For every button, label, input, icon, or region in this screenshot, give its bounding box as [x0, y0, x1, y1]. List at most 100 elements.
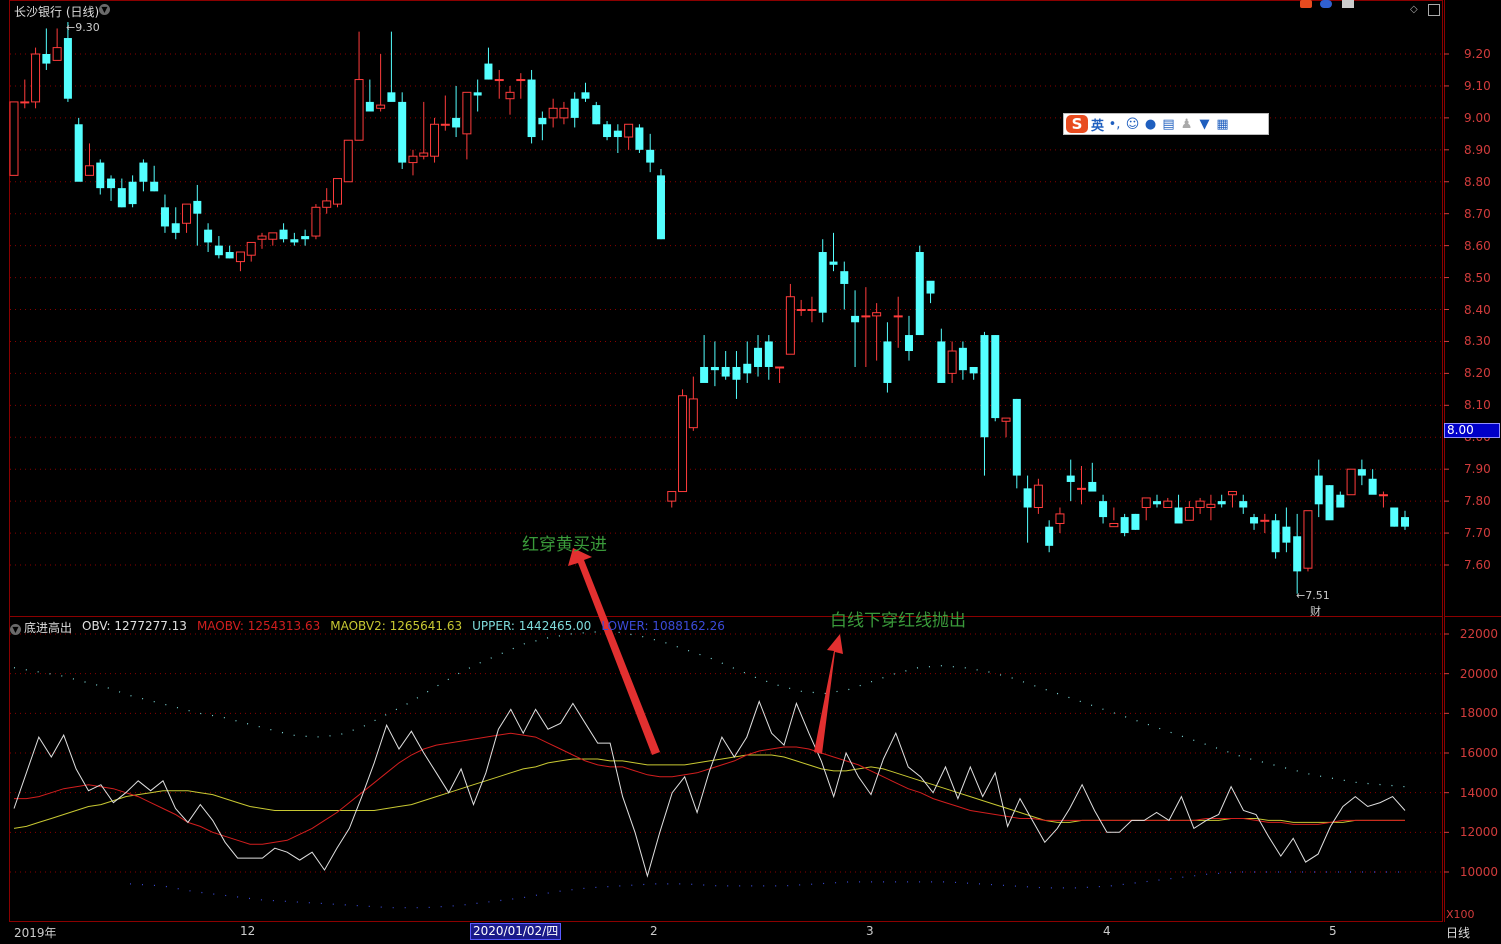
candle-body — [204, 229, 213, 243]
candle — [527, 69, 536, 144]
price-tick-label: 8.80 — [1464, 174, 1491, 189]
candle-body — [1390, 507, 1399, 527]
help-icon[interactable] — [1320, 0, 1332, 8]
candle-body — [473, 92, 482, 96]
candle-body — [139, 162, 148, 182]
indicator-tick-label: 14000 — [1459, 785, 1498, 800]
chart-title[interactable]: 长沙银行 (日线) — [14, 3, 99, 20]
skin-icon[interactable]: ▼ — [1197, 117, 1212, 132]
candle — [84, 143, 94, 176]
candle — [332, 178, 342, 208]
price-tick-label: 7.70 — [1464, 526, 1491, 541]
diamond-icon[interactable]: ◇ — [1410, 4, 1418, 15]
candle — [354, 31, 364, 141]
candle-body — [279, 229, 288, 240]
indicator-name[interactable]: ▼ 底进高出 — [10, 619, 72, 636]
candle-body — [818, 252, 827, 313]
candle — [301, 229, 310, 246]
candle — [1131, 513, 1140, 530]
candle-body — [84, 165, 94, 176]
candle — [883, 322, 892, 393]
upper-value: UPPER: 1442465.00 — [472, 619, 592, 633]
ime-lang-toggle[interactable]: 英 — [1091, 115, 1104, 134]
candle-body — [1336, 494, 1345, 508]
buy-arrow — [568, 548, 660, 755]
price-tick-label: 9.10 — [1464, 78, 1491, 93]
candle — [268, 232, 278, 246]
candle — [440, 95, 450, 131]
candle-body — [732, 366, 741, 380]
candle — [1120, 513, 1129, 537]
candle — [700, 335, 709, 383]
candle-body — [1325, 485, 1334, 521]
sogou-icon[interactable] — [1300, 0, 1312, 8]
punctuation-toggle[interactable]: •, — [1107, 117, 1122, 132]
candle — [182, 203, 192, 233]
indicator-tick-label: 16000 — [1459, 746, 1498, 760]
candle — [1055, 507, 1065, 534]
emoji-icon[interactable]: ☺ — [1125, 117, 1140, 132]
price-tick-label: 9.00 — [1464, 110, 1491, 125]
candle — [376, 54, 386, 112]
date-year-label: 2019年 — [14, 926, 57, 940]
maobv-line — [14, 732, 1405, 845]
candle-body — [656, 175, 665, 240]
candle — [1227, 491, 1237, 508]
sell-annotation: 白线下穿红线抛出 — [830, 611, 966, 631]
candle — [63, 22, 72, 102]
candle-body — [980, 335, 989, 438]
ime-toolbar[interactable]: S 英 •, ☺ ● ▤ ♟ ▼ ▦ — [1063, 113, 1269, 135]
candle-body — [505, 91, 515, 100]
candle-body — [926, 280, 935, 294]
candle-body — [107, 178, 116, 189]
candle-body — [182, 203, 192, 224]
financial-report-marker[interactable]: 财 — [1310, 603, 1321, 619]
candle-body — [851, 315, 860, 323]
candle-body — [1077, 487, 1087, 490]
candle — [117, 178, 126, 208]
candle-body — [872, 312, 882, 317]
candle — [1271, 513, 1280, 559]
sogou-logo-icon[interactable]: S — [1066, 115, 1088, 133]
candlesticks — [9, 22, 1409, 594]
candle — [408, 149, 418, 176]
candle-body — [430, 123, 440, 157]
candle-body — [42, 54, 51, 64]
date-month-label: 4 — [1103, 924, 1111, 938]
candle-body — [710, 366, 719, 371]
candle-body — [743, 363, 752, 374]
candle — [1152, 494, 1161, 508]
candle-body — [840, 271, 849, 284]
candle — [743, 341, 752, 383]
candle-body — [343, 139, 353, 183]
candle — [1012, 398, 1021, 489]
candle — [646, 133, 655, 173]
candle — [462, 91, 472, 160]
candle — [1109, 507, 1119, 528]
candle — [1346, 468, 1356, 496]
maximize-icon[interactable] — [1428, 4, 1440, 16]
candle-body — [700, 366, 709, 383]
toolbox-icon[interactable]: ▦ — [1215, 117, 1230, 132]
candle — [1368, 469, 1377, 495]
candle-body — [1217, 501, 1226, 505]
microphone-icon[interactable]: ● — [1143, 117, 1158, 132]
window-icon[interactable] — [1342, 0, 1354, 8]
candle-body — [225, 252, 234, 259]
sell-arrow — [814, 634, 843, 754]
candle — [204, 223, 213, 253]
user-icon[interactable]: ♟ — [1179, 117, 1194, 132]
candle-body — [754, 347, 763, 367]
candle — [235, 251, 245, 272]
candle — [1357, 459, 1366, 486]
kline-chart[interactable] — [0, 0, 1501, 944]
candle — [688, 376, 698, 431]
chevron-down-icon[interactable]: ▼ — [99, 4, 110, 15]
candle-body — [969, 366, 978, 374]
price-tick-label: 8.30 — [1464, 334, 1491, 349]
keyboard-icon[interactable]: ▤ — [1161, 117, 1176, 132]
candle — [365, 79, 374, 112]
candle-body — [1066, 475, 1075, 482]
candle — [969, 366, 978, 380]
period-selector[interactable]: 日线 — [1446, 924, 1470, 941]
